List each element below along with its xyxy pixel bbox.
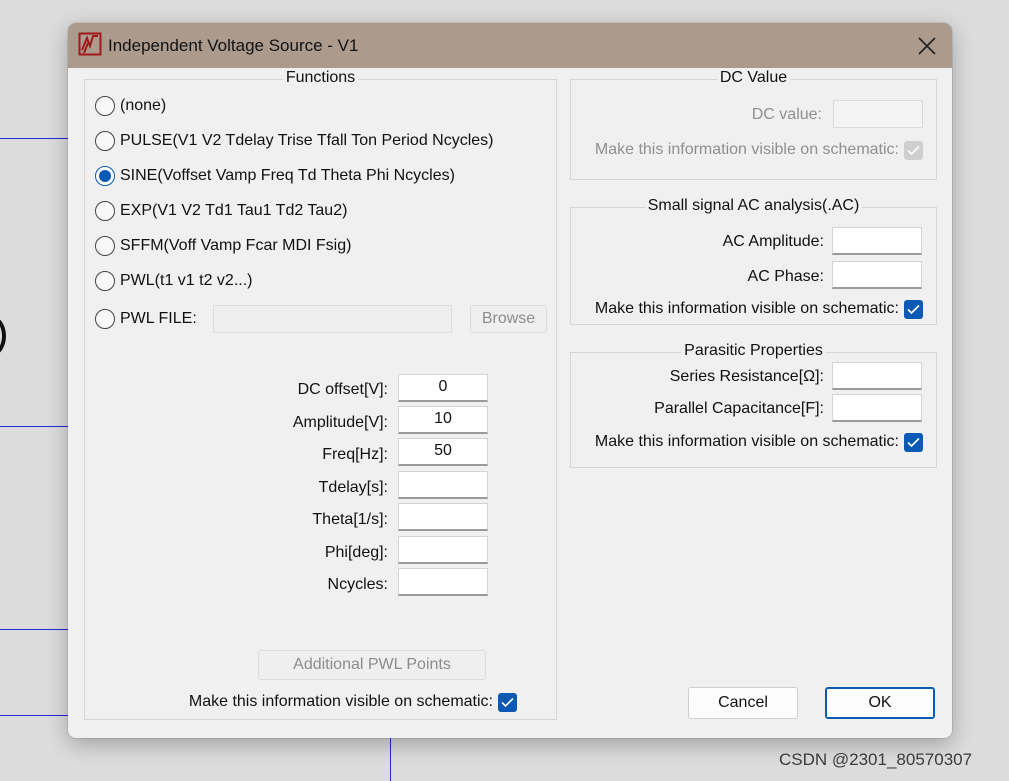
- radio-button[interactable]: [95, 131, 115, 151]
- theta-label: Theta[1/s]:: [312, 511, 388, 528]
- radio-none[interactable]: (none): [95, 94, 166, 118]
- ltspice-logo-icon: [78, 32, 102, 56]
- dc-value-group: DC Value DC value: Make this information…: [570, 69, 937, 180]
- phi-input[interactable]: [398, 536, 488, 564]
- ac-analysis-group: Small signal AC analysis(.AC) AC Amplitu…: [570, 197, 937, 325]
- radio-exp[interactable]: EXP(V1 V2 Td1 Tau1 Td2 Tau2): [95, 199, 347, 223]
- schematic-wire: [390, 738, 391, 781]
- ac-phase-input[interactable]: [832, 261, 922, 289]
- cancel-button[interactable]: Cancel: [688, 687, 798, 719]
- pwl-file-input: [213, 305, 452, 333]
- functions-group: Functions (none) PULSE(V1 V2 Tdelay Tris…: [84, 69, 557, 720]
- functions-visible-label: Make this information visible on schemat…: [188, 693, 493, 710]
- series-resistance-label: Series Resistance[Ω]:: [669, 368, 824, 385]
- ok-button[interactable]: OK: [825, 687, 935, 719]
- parasitic-group: Parasitic Properties Series Resistance[Ω…: [570, 342, 937, 468]
- radio-button[interactable]: [95, 236, 115, 256]
- dc-value-title: DC Value: [716, 69, 791, 86]
- functions-visible-checkbox[interactable]: [498, 693, 517, 712]
- ac-amplitude-label: AC Amplitude:: [722, 233, 824, 250]
- radio-label-pwl: PWL(t1 v1 t2 v2...): [120, 272, 253, 289]
- amplitude-input[interactable]: 10: [398, 406, 488, 434]
- radio-button[interactable]: [95, 201, 115, 221]
- schematic-component-fragment: [0, 316, 6, 356]
- dialog-title: Independent Voltage Source - V1: [108, 36, 359, 55]
- dc-visible-checkbox: [904, 141, 923, 160]
- radio-label-sine: SINE(Voffset Vamp Freq Td Theta Phi Ncyc…: [120, 167, 455, 184]
- schematic-wire: [0, 629, 68, 630]
- schematic-wire: [0, 426, 68, 427]
- radio-pulse[interactable]: PULSE(V1 V2 Tdelay Trise Tfall Ton Perio…: [95, 129, 494, 153]
- title-bar[interactable]: Independent Voltage Source - V1: [68, 23, 952, 68]
- radio-label-sffm: SFFM(Voff Vamp Fcar MDI Fsig): [120, 237, 352, 254]
- radio-label-exp: EXP(V1 V2 Td1 Tau1 Td2 Tau2): [120, 202, 348, 219]
- functions-title: Functions: [282, 69, 359, 86]
- freq-label: Freq[Hz]:: [322, 446, 388, 463]
- checkmark-icon: [907, 304, 920, 315]
- radio-sffm[interactable]: SFFM(Voff Vamp Fcar MDI Fsig): [95, 234, 351, 258]
- ncycles-label: Ncycles:: [327, 576, 388, 593]
- radio-label-pwl-file: PWL FILE:: [120, 310, 197, 327]
- close-icon[interactable]: [916, 35, 938, 57]
- radio-button[interactable]: [95, 309, 115, 329]
- radio-sine[interactable]: SINE(Voffset Vamp Freq Td Theta Phi Ncyc…: [95, 164, 455, 188]
- radio-button[interactable]: [95, 96, 115, 116]
- checkmark-icon: [907, 145, 920, 156]
- parasitic-visible-label: Make this information visible on schemat…: [594, 433, 899, 450]
- radio-button-selected[interactable]: [95, 166, 115, 186]
- watermark: CSDN @2301_80570307: [779, 750, 973, 769]
- radio-pwl[interactable]: PWL(t1 v1 t2 v2...): [95, 269, 252, 293]
- tdelay-label: Tdelay[s]:: [318, 479, 388, 496]
- dc-value-label: DC value:: [751, 106, 822, 123]
- parasitic-visible-checkbox[interactable]: [904, 433, 923, 452]
- parasitic-title: Parasitic Properties: [681, 342, 826, 359]
- theta-input[interactable]: [398, 503, 488, 531]
- schematic-wire: [0, 715, 68, 716]
- parallel-capacitance-label: Parallel Capacitance[F]:: [654, 400, 824, 417]
- radio-pwl-file[interactable]: PWL FILE:: [95, 307, 197, 331]
- schematic-wire: [0, 138, 68, 139]
- browse-button: Browse: [470, 305, 547, 333]
- tdelay-input[interactable]: [398, 471, 488, 499]
- phi-label: Phi[deg]:: [324, 544, 388, 561]
- dc-visible-label: Make this information visible on schemat…: [594, 141, 899, 158]
- ac-visible-checkbox[interactable]: [904, 300, 923, 319]
- ncycles-input[interactable]: [398, 568, 488, 596]
- ac-phase-label: AC Phase:: [747, 268, 824, 285]
- radio-label-pulse: PULSE(V1 V2 Tdelay Trise Tfall Ton Perio…: [120, 132, 494, 149]
- freq-input[interactable]: 50: [398, 438, 488, 466]
- checkmark-icon: [501, 697, 514, 708]
- radio-label-none: (none): [120, 97, 167, 114]
- additional-pwl-points-button: Additional PWL Points: [258, 650, 486, 680]
- dc-value-input: [833, 100, 923, 128]
- checkmark-icon: [907, 437, 920, 448]
- dc-offset-input[interactable]: 0: [398, 374, 488, 402]
- series-resistance-input[interactable]: [832, 362, 922, 390]
- parallel-capacitance-input[interactable]: [832, 394, 922, 422]
- amplitude-label: Amplitude[V]:: [292, 414, 388, 431]
- ac-visible-label: Make this information visible on schemat…: [594, 300, 899, 317]
- radio-button[interactable]: [95, 271, 115, 291]
- ac-analysis-title: Small signal AC analysis(.AC): [644, 197, 863, 214]
- dc-offset-label: DC offset[V]:: [297, 381, 388, 398]
- voltage-source-dialog: Independent Voltage Source - V1 Function…: [68, 23, 952, 738]
- ac-amplitude-input[interactable]: [832, 227, 922, 255]
